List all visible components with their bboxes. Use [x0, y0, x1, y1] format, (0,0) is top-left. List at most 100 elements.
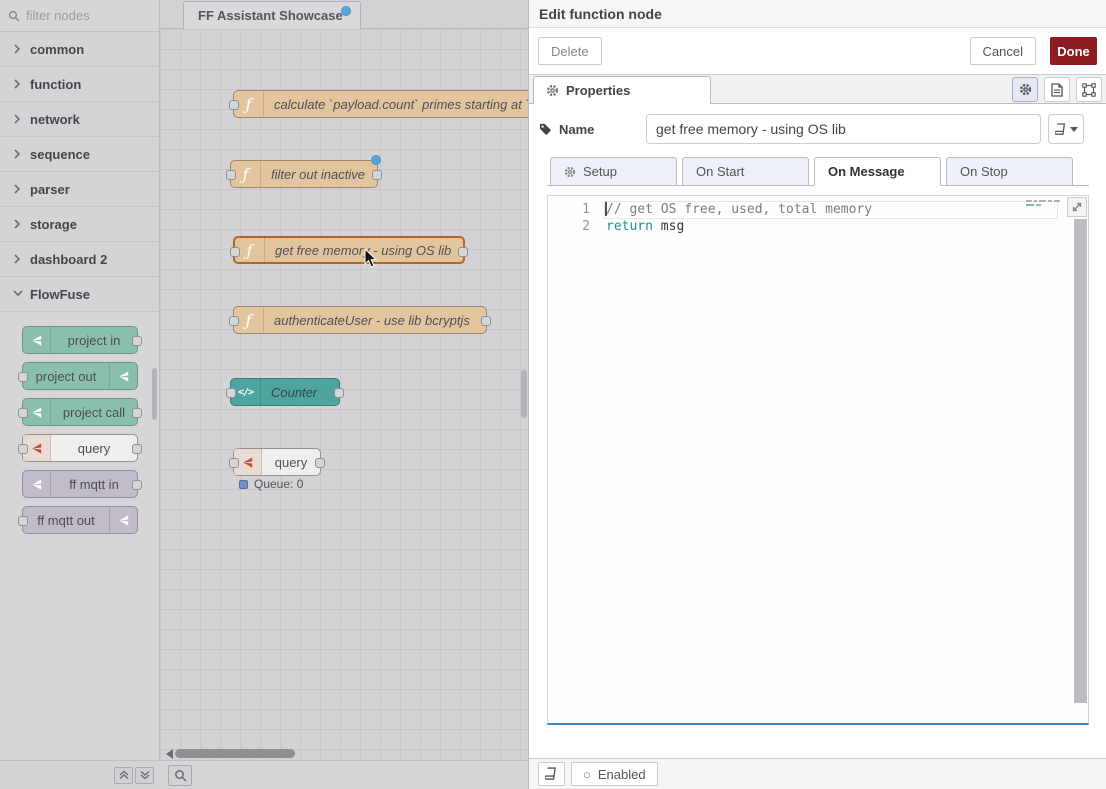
node-port[interactable]: [132, 408, 142, 418]
description-view-button[interactable]: [1044, 77, 1070, 102]
palette-node-ff-mqtt-in[interactable]: ff mqtt in: [22, 470, 138, 498]
workspace-grid[interactable]: [160, 29, 528, 760]
node-port[interactable]: [481, 316, 491, 326]
tab-on-message[interactable]: On Message: [814, 157, 941, 186]
scroll-left-arrow-icon[interactable]: [166, 749, 173, 759]
node-port[interactable]: [18, 408, 28, 418]
flow-workspace[interactable]: FF Assistant Showcase ƒ calculate `paylo…: [160, 0, 528, 789]
code-line[interactable]: 2 return msg: [548, 218, 1088, 235]
palette-node-label: project call: [51, 405, 137, 420]
palette-node-label: project out: [23, 369, 109, 384]
line-number: 1: [548, 201, 606, 218]
chevron-right-icon: [13, 114, 21, 124]
palette-node-project-in[interactable]: project in: [22, 326, 138, 354]
library-button[interactable]: [538, 762, 565, 786]
palette-category-label: common: [30, 42, 84, 57]
node-port[interactable]: [226, 388, 236, 398]
scrollbar-thumb[interactable]: [175, 749, 295, 758]
palette-category-dashboard2[interactable]: dashboard 2: [0, 242, 159, 277]
editor-minimap[interactable]: [1026, 200, 1060, 210]
chevron-down-icon: [13, 289, 21, 299]
double-chevron-up-icon: [119, 770, 129, 780]
search-flows-button[interactable]: [168, 765, 192, 786]
node-port[interactable]: [18, 372, 28, 382]
library-dropdown-button[interactable]: [1048, 114, 1084, 144]
cancel-button[interactable]: Cancel: [970, 37, 1036, 65]
editor-expand-button[interactable]: [1067, 197, 1087, 217]
node-port[interactable]: [230, 247, 240, 257]
palette-node-ff-mqtt-out[interactable]: ff mqtt out: [22, 506, 138, 534]
palette-category-parser[interactable]: parser: [0, 172, 159, 207]
node-port[interactable]: [315, 458, 325, 468]
tab-setup[interactable]: Setup: [550, 157, 677, 186]
function-node-authenticate-user[interactable]: ƒ authenticateUser - use lib bcryptjs: [233, 306, 487, 334]
node-port[interactable]: [132, 336, 142, 346]
palette-node-label: project in: [51, 333, 137, 348]
edit-panel-body: Name Setup On Start On Message: [529, 104, 1106, 757]
node-status: Queue: 0: [239, 477, 303, 491]
node-port[interactable]: [229, 100, 239, 110]
node-port[interactable]: [229, 458, 239, 468]
palette-node-query[interactable]: query: [22, 434, 138, 462]
chevron-right-icon: [13, 254, 21, 264]
palette-node-project-out[interactable]: project out: [22, 362, 138, 390]
tab-label: Setup: [583, 164, 617, 179]
palette-sidebar: common function network sequence parser …: [0, 0, 160, 789]
chevron-right-icon: [13, 184, 21, 194]
edit-panel-toolbar: Delete Cancel Done: [529, 28, 1106, 75]
palette-category-network[interactable]: network: [0, 102, 159, 137]
function-node-filter-out-inactive[interactable]: ƒ filter out inactive: [230, 160, 378, 188]
palette-search-box[interactable]: [0, 0, 159, 32]
book-icon: [1055, 123, 1067, 136]
enabled-label: Enabled: [598, 767, 646, 782]
done-button[interactable]: Done: [1050, 37, 1097, 65]
palette-expand-categories-button[interactable]: [135, 767, 154, 784]
node-port[interactable]: [458, 247, 468, 257]
tab-label: On Message: [828, 164, 905, 179]
delete-button[interactable]: Delete: [538, 37, 602, 65]
palette-category-storage[interactable]: storage: [0, 207, 159, 242]
tab-properties[interactable]: Properties: [533, 76, 711, 104]
node-port[interactable]: [18, 516, 28, 526]
palette-category-flowfuse[interactable]: FlowFuse: [0, 277, 159, 312]
palette-category-label: sequence: [30, 147, 90, 162]
node-port[interactable]: [229, 316, 239, 326]
flow-tab[interactable]: FF Assistant Showcase: [183, 1, 361, 29]
palette-node-project-call[interactable]: project call: [22, 398, 138, 426]
palette-search-input[interactable]: [26, 8, 136, 23]
palette-scrollbar[interactable]: [152, 368, 157, 420]
node-port[interactable]: [372, 170, 382, 180]
node-port[interactable]: [226, 170, 236, 180]
query-node[interactable]: query: [233, 448, 321, 476]
function-node-calculate-primes[interactable]: ƒ calculate `payload.count` primes start…: [233, 90, 528, 118]
tab-on-start[interactable]: On Start: [682, 157, 809, 186]
node-label: filter out inactive: [261, 167, 377, 182]
canvas-vertical-scrollbar[interactable]: [521, 370, 527, 418]
name-field-row: Name: [539, 114, 1097, 144]
palette-flowfuse-nodes: project in project out project call quer…: [0, 312, 159, 534]
palette-category-label: FlowFuse: [30, 287, 90, 302]
node-port[interactable]: [18, 444, 28, 454]
canvas-horizontal-scrollbar[interactable]: [160, 748, 528, 760]
code-line[interactable]: 1 // get OS free, used, total memory: [548, 201, 1088, 218]
palette-category-function[interactable]: function: [0, 67, 159, 102]
editor-scrollbar[interactable]: [1074, 219, 1087, 703]
appearance-view-button[interactable]: [1076, 77, 1102, 102]
code-editor[interactable]: 1 // get OS free, used, total memory 2 r…: [547, 195, 1089, 725]
properties-view-button[interactable]: [1012, 77, 1038, 102]
palette-collapse-categories-button[interactable]: [114, 767, 133, 784]
node-enabled-toggle[interactable]: ○ Enabled: [571, 762, 658, 786]
tab-on-stop[interactable]: On Stop: [946, 157, 1073, 186]
caret-down-icon: [1070, 127, 1078, 132]
flowfuse-icon: [23, 327, 51, 353]
panel-title: Edit function node: [539, 6, 662, 22]
palette-category-common[interactable]: common: [0, 32, 159, 67]
function-node-get-free-memory[interactable]: ƒ get free memory - using OS lib: [233, 236, 465, 264]
node-port[interactable]: [132, 444, 142, 454]
palette-category-sequence[interactable]: sequence: [0, 137, 159, 172]
flowfuse-icon: [23, 471, 51, 497]
node-port[interactable]: [132, 480, 142, 490]
template-node-counter[interactable]: </> Counter: [230, 378, 340, 406]
name-input[interactable]: [646, 114, 1041, 144]
node-port[interactable]: [334, 388, 344, 398]
